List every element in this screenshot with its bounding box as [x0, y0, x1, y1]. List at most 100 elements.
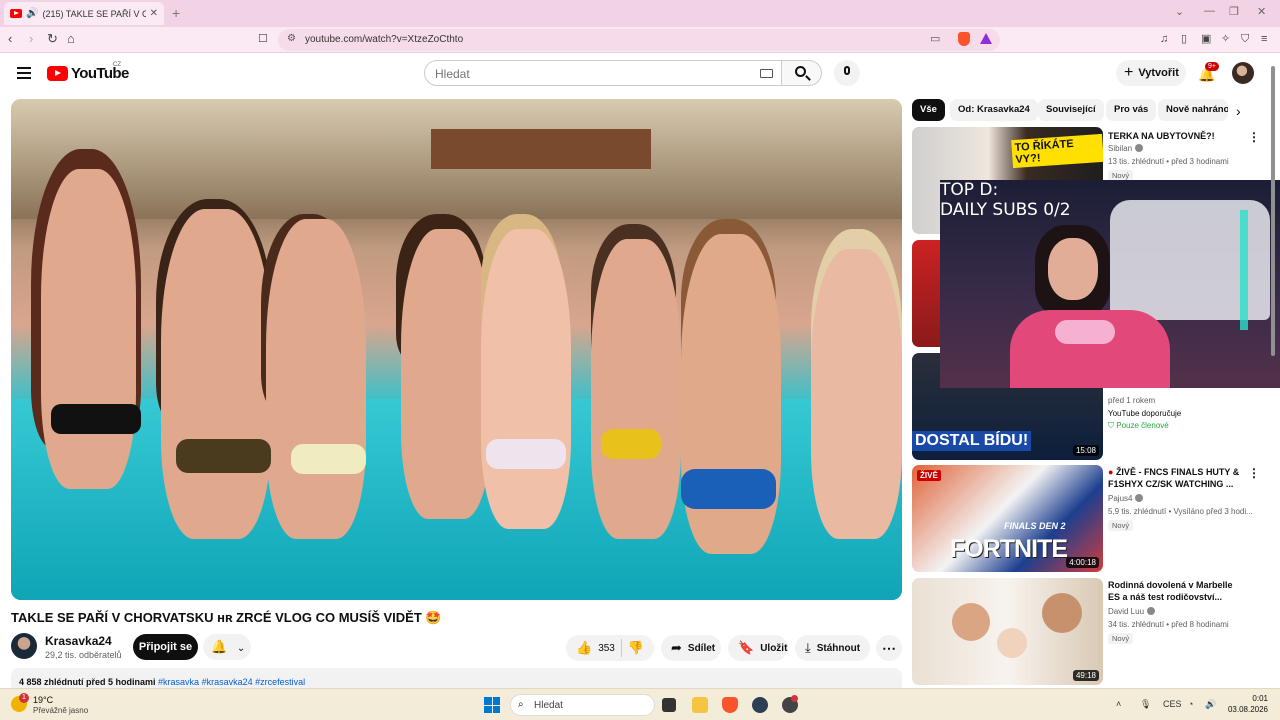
swimwear — [291, 444, 366, 474]
wifi-icon[interactable]: ◔ — [1188, 699, 1193, 709]
search-input[interactable]: Hledat — [424, 60, 782, 86]
notification-preferences-button[interactable]: 🔔 ⌄ — [203, 634, 251, 660]
tray-mic-icon[interactable]: 🎙 — [1140, 699, 1151, 710]
duration: 15:08 — [1072, 445, 1099, 456]
rec-title[interactable]: TERKA NA UBYTOVNĚ?! — [1108, 130, 1246, 142]
chip-from-channel[interactable]: Od: Krasavka24 — [950, 99, 1038, 121]
like-count[interactable]: 353 — [598, 643, 615, 654]
brave-browser-icon[interactable] — [722, 697, 738, 713]
person — [1042, 593, 1082, 633]
scrollbar-thumb[interactable] — [1271, 66, 1275, 356]
tab-search-icon[interactable]: ⌄ — [1175, 5, 1184, 18]
dislike-icon[interactable]: 👎 — [628, 640, 644, 656]
clock-time[interactable]: 0:01 — [1240, 694, 1268, 703]
rec-title[interactable]: ● ŽIVĚ - FNCS FINALS HUTY & F1SHYX CZ/SK… — [1108, 466, 1246, 490]
back-icon[interactable]: ‹ — [8, 32, 12, 46]
weather-desc[interactable]: Převážně jasno — [33, 706, 88, 715]
rec-more-icon[interactable]: ⋮ — [1248, 466, 1260, 480]
voice-search-button[interactable] — [834, 60, 860, 86]
join-button[interactable]: Připojit se — [133, 634, 198, 660]
channel-avatar[interactable] — [11, 633, 37, 659]
create-button[interactable]: + Vytvořit — [1116, 60, 1186, 86]
language-indicator[interactable]: CES — [1163, 699, 1182, 709]
share-button[interactable]: ➦ Sdílet — [661, 635, 721, 661]
sidebar-icon[interactable]: ▯ — [1181, 32, 1187, 46]
keyboard-icon[interactable] — [760, 69, 773, 78]
rec-more-icon[interactable]: ⋮ — [1248, 130, 1260, 144]
chip-for-you[interactable]: Pro vás — [1106, 99, 1157, 121]
divider — [620, 639, 622, 657]
brave-shield-icon[interactable] — [958, 32, 970, 46]
person — [161, 209, 271, 539]
file-explorer-icon[interactable] — [692, 697, 708, 713]
rec-meta: 34 tis. zhlédnutí • před 8 hodinami — [1108, 620, 1229, 629]
live-badge: ŽIVĚ — [917, 470, 941, 481]
download-button[interactable]: ⤓ Stáhnout — [795, 635, 870, 661]
volume-icon[interactable]: 🔊 — [1205, 699, 1216, 710]
rec-meta: před 1 rokem — [1108, 396, 1156, 405]
start-button[interactable] — [484, 697, 500, 713]
bookmark-icon[interactable]: ☐ — [258, 32, 268, 46]
minimize-button[interactable]: — — [1204, 5, 1215, 17]
clock-date[interactable]: 03.08.2026 — [1222, 705, 1268, 714]
task-view-icon[interactable] — [662, 698, 676, 712]
search-placeholder: Hledat — [435, 67, 470, 81]
new-tab-button[interactable]: + — [172, 5, 180, 21]
create-label: Vytvořit — [1138, 67, 1179, 79]
chip-all[interactable]: Vše — [912, 99, 945, 121]
media-icon[interactable]: ♫ — [1160, 32, 1168, 46]
duration: 4:00:18 — [1066, 557, 1099, 568]
rec-channel[interactable]: Pajus4 — [1108, 494, 1258, 503]
speaker-icon[interactable]: 🔊 — [26, 8, 38, 19]
rewards-icon[interactable] — [980, 33, 992, 44]
more-actions-button[interactable]: ⋯ — [876, 635, 902, 661]
leo-ai-icon[interactable]: ✧ — [1221, 32, 1230, 46]
taskbar-search-input[interactable]: ⌕ Hledat — [510, 694, 655, 716]
search-button[interactable] — [782, 60, 822, 86]
app-icon[interactable] — [752, 697, 768, 713]
chip-recently-uploaded[interactable]: Nově nahráno — [1158, 99, 1228, 121]
rec-meta: 5,9 tis. zhlédnutí • Vysíláno před 3 hod… — [1108, 507, 1253, 516]
description-box[interactable]: 4 858 zhlédnutí před 5 hodinami #krasavk… — [11, 668, 902, 688]
hashtags[interactable]: #krasavka #krasavka24 #zrcefestival — [158, 677, 305, 687]
roof-structure — [431, 129, 651, 169]
site-info-icon[interactable]: ⚙ — [287, 33, 296, 44]
channel-name[interactable]: Krasavka24 — [45, 634, 112, 648]
account-avatar[interactable] — [1232, 62, 1254, 84]
download-icon: ⤓ — [805, 640, 811, 655]
rec-title[interactable]: Rodinná dovolená v Marbelle ES a náš tes… — [1108, 579, 1246, 603]
share-icon: ➦ — [671, 640, 682, 655]
forward-icon[interactable]: › — [29, 32, 33, 46]
streamer-face — [1048, 238, 1098, 300]
address-bar[interactable]: ⚙ youtube.com/watch?v=XtzeZoCthto ▭ — [278, 29, 1000, 51]
plus-icon: + — [1124, 64, 1134, 81]
vpn-icon[interactable]: ⛉ — [1241, 32, 1249, 46]
guide-menu-icon[interactable] — [17, 67, 31, 79]
video-player[interactable] — [11, 99, 902, 600]
close-tab-icon[interactable]: ✕ — [150, 8, 158, 19]
tray-chevron-icon[interactable]: ˄ — [1116, 699, 1121, 709]
stream-overlay-window[interactable]: TOP D: DAILY SUBS 0/2 — [940, 180, 1280, 388]
browser-tab-strip: 🔊 (215) TAKLE SE PAŘÍ V CHORVATSKU ✕ + ⌄… — [0, 0, 1280, 27]
reload-icon[interactable]: ↻ — [47, 32, 58, 46]
chevron-right-icon[interactable]: › — [1236, 103, 1241, 119]
chip-related[interactable]: Související — [1038, 99, 1104, 121]
maximize-button[interactable]: ❐ — [1229, 5, 1239, 18]
wallet-icon[interactable]: ▣ — [1201, 32, 1211, 46]
save-button[interactable]: 🔖 Uložit — [728, 635, 788, 661]
rec-channel-name: Pajus4 — [1108, 494, 1133, 503]
rec-channel[interactable]: David Luu — [1108, 607, 1258, 616]
rec-thumbnail[interactable]: ŽIVĚ FINALS DEN 2 FORTNITE 4:00:18 — [912, 465, 1103, 572]
menu-icon[interactable]: ≡ — [1261, 32, 1267, 46]
browser-tab[interactable]: 🔊 (215) TAKLE SE PAŘÍ V CHORVATSKU ✕ — [4, 2, 164, 25]
like-icon[interactable]: 👍 — [576, 640, 592, 656]
weather-temp[interactable]: 19°C — [33, 695, 53, 705]
close-window-button[interactable]: ✕ — [1257, 5, 1266, 18]
cast-icon[interactable]: ▭ — [930, 32, 940, 45]
url-text[interactable]: youtube.com/watch?v=XtzeZoCthto — [305, 34, 463, 45]
rec-thumbnail[interactable]: 49:18 — [912, 578, 1103, 685]
rec-channel[interactable]: YouTube doporučuje — [1108, 409, 1258, 418]
rec-channel[interactable]: Sibilan — [1108, 144, 1258, 153]
swimwear — [681, 469, 776, 509]
home-icon[interactable]: ⌂ — [67, 32, 75, 46]
